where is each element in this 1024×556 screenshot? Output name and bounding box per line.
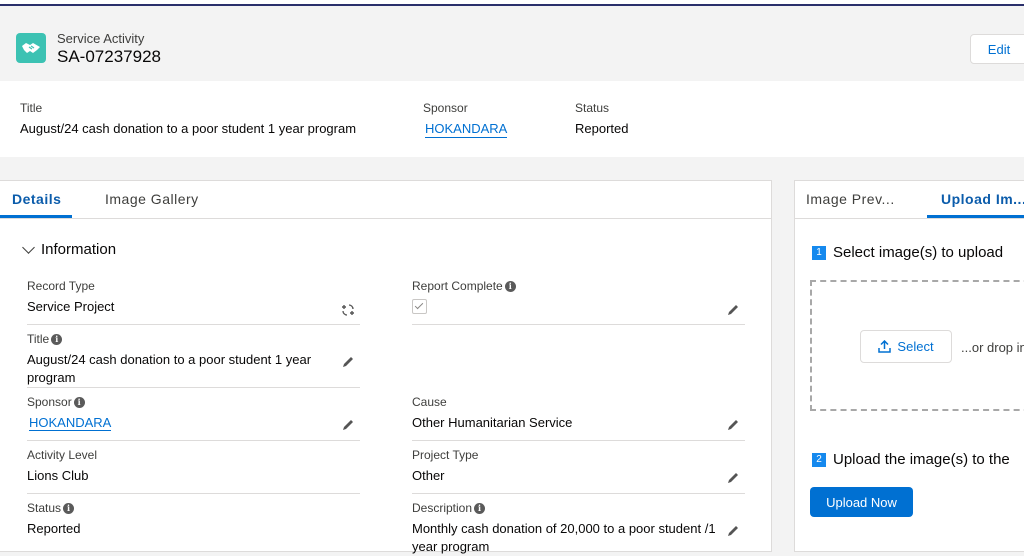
- info-icon[interactable]: i: [474, 502, 486, 514]
- edit-pencil-icon[interactable]: [341, 355, 355, 369]
- drop-hint: ...or drop in: [961, 340, 1024, 355]
- step-number: 2: [812, 452, 826, 467]
- highlight-title-value: August/24 cash donation to a poor studen…: [20, 121, 357, 136]
- record-header: Service Activity SA-07237928 Edit: [0, 6, 1024, 81]
- highlight-status-label: Status: [575, 101, 610, 115]
- step-2: 2 Upload the image(s) to the: [812, 451, 1010, 468]
- file-drop-zone[interactable]: Select ...or drop in: [810, 280, 1024, 411]
- field-title: Title i August/24 cash donation to a poo…: [27, 331, 327, 387]
- highlights-panel: Title August/24 cash donation to a poor …: [0, 81, 1024, 157]
- tab-details[interactable]: Details: [12, 191, 61, 207]
- step-1: 1 Select image(s) to upload: [812, 244, 1003, 261]
- field-divider: [412, 493, 745, 494]
- select-label: Select: [897, 339, 934, 354]
- active-tab-indicator: [0, 215, 72, 218]
- info-icon[interactable]: i: [63, 502, 75, 514]
- step-number: 1: [812, 245, 826, 260]
- field-label: Project Type: [412, 448, 479, 462]
- info-icon[interactable]: i: [504, 280, 516, 292]
- field-label: Status i: [27, 500, 327, 516]
- record-name: SA-07237928: [57, 47, 161, 66]
- field-record-type: Record Type Service Project: [27, 278, 357, 316]
- details-tabs: Details Image Gallery: [0, 181, 771, 219]
- field-value: HOKANDARA: [27, 414, 327, 432]
- highlight-title-label: Title: [20, 101, 43, 115]
- field-divider: [27, 440, 360, 441]
- field-label-text: Title: [27, 332, 50, 346]
- highlight-sponsor-value[interactable]: HOKANDARA: [425, 121, 508, 138]
- field-label: Activity Level: [27, 448, 98, 462]
- field-label-text: Report Complete: [412, 279, 503, 293]
- field-label: Record Type: [27, 279, 95, 293]
- field-divider: [27, 324, 360, 325]
- handshake-icon: [16, 33, 46, 63]
- upload-icon: [878, 340, 892, 353]
- field-project-type: Project Type Other: [412, 447, 712, 485]
- highlight-sponsor-link[interactable]: HOKANDARA: [425, 121, 508, 138]
- field-value: Other: [412, 468, 445, 483]
- field-value: Other Humanitarian Service: [412, 415, 573, 430]
- sponsor-link[interactable]: HOKANDARA: [29, 415, 112, 431]
- field-label-text: Sponsor: [27, 395, 72, 409]
- record-type-label: Service Activity: [57, 31, 145, 46]
- field-value: Monthly cash donation of 20,000 to a poo…: [412, 521, 716, 554]
- details-card: Details Image Gallery Information Record…: [0, 180, 772, 554]
- chevron-down-icon: [22, 241, 35, 254]
- info-icon[interactable]: i: [73, 396, 85, 408]
- field-label: Title i: [27, 331, 327, 347]
- field-value: Lions Club: [27, 468, 89, 483]
- edit-button[interactable]: Edit: [970, 34, 1024, 64]
- field-status: Status i Reported: [27, 500, 327, 538]
- field-activity-level: Activity Level Lions Club: [27, 447, 327, 485]
- field-label: Description i: [412, 500, 722, 516]
- field-sponsor: Sponsor i HOKANDARA: [27, 394, 327, 432]
- image-upload-card: Image Prev... Upload Im... 1 Select imag…: [794, 180, 1024, 552]
- upload-now-button[interactable]: Upload Now: [810, 487, 913, 517]
- field-label: Sponsor i: [27, 394, 327, 410]
- field-label: Cause: [412, 395, 447, 409]
- tab-image-gallery[interactable]: Image Gallery: [105, 191, 199, 207]
- field-value: August/24 cash donation to a poor studen…: [27, 352, 312, 385]
- highlight-sponsor-label: Sponsor: [423, 101, 468, 115]
- edit-pencil-icon[interactable]: [341, 418, 355, 432]
- report-complete-checkbox: [412, 299, 427, 314]
- select-files-button[interactable]: Select: [860, 330, 952, 363]
- edit-pencil-icon[interactable]: [726, 471, 740, 485]
- field-divider: [412, 324, 745, 325]
- section-title: Information: [41, 241, 117, 258]
- field-value: Reported: [27, 521, 81, 536]
- tab-upload-images[interactable]: Upload Im...: [941, 191, 1024, 207]
- image-tabs: Image Prev... Upload Im...: [795, 181, 1024, 219]
- field-divider: [27, 387, 360, 388]
- field-divider: [412, 440, 745, 441]
- info-icon[interactable]: i: [51, 333, 63, 345]
- edit-pencil-icon[interactable]: [726, 524, 740, 538]
- field-value: Service Project: [27, 299, 115, 314]
- change-record-type-icon[interactable]: [341, 303, 355, 317]
- field-report-complete: Report Complete i: [412, 278, 742, 314]
- field-label-text: Description: [412, 501, 473, 515]
- active-tab-indicator: [927, 215, 1024, 218]
- edit-pencil-icon[interactable]: [726, 303, 740, 317]
- edit-pencil-icon[interactable]: [726, 418, 740, 432]
- field-divider: [27, 493, 360, 494]
- step-label: Upload the image(s) to the: [833, 451, 1010, 468]
- field-description: Description i Monthly cash donation of 2…: [412, 500, 722, 556]
- field-cause: Cause Other Humanitarian Service: [412, 394, 712, 432]
- field-label-text: Status: [27, 501, 62, 515]
- step-label: Select image(s) to upload: [833, 244, 1004, 261]
- field-label: Report Complete i: [412, 278, 742, 294]
- section-information-toggle[interactable]: Information: [22, 241, 117, 258]
- highlight-status-value: Reported: [575, 121, 629, 136]
- tab-image-preview[interactable]: Image Prev...: [806, 191, 895, 207]
